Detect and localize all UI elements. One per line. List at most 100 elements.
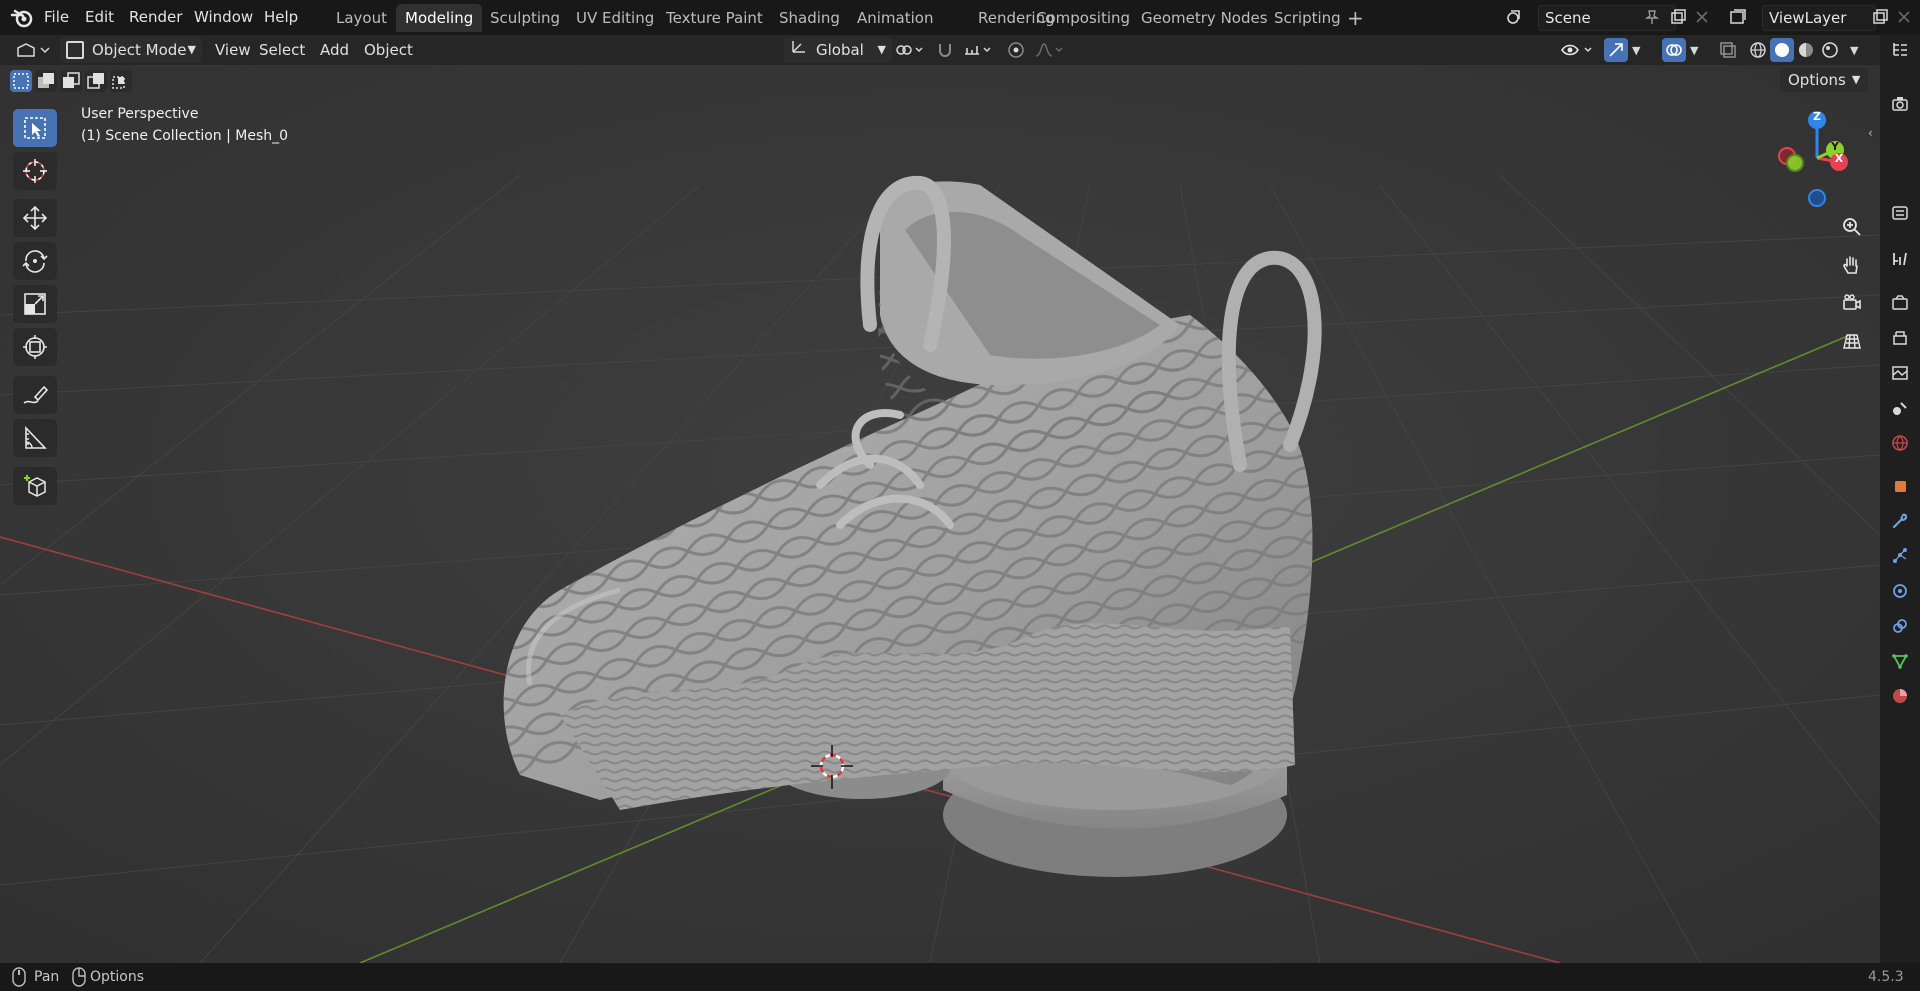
menu-view[interactable]: View <box>209 37 257 63</box>
right-mouse-icon <box>72 967 86 987</box>
wireframe-shading-icon[interactable] <box>1746 38 1770 62</box>
output-properties-icon[interactable] <box>1886 325 1914 351</box>
version-label: 4.5.3 <box>1868 969 1904 985</box>
orientation-label: Global <box>816 41 864 59</box>
status-bar <box>0 963 1920 991</box>
render-camera-icon[interactable] <box>1886 91 1914 117</box>
gizmo-options-chevron-icon[interactable]: ▼ <box>1632 44 1640 57</box>
object-properties-icon[interactable] <box>1886 473 1914 499</box>
pin-icon[interactable] <box>1643 8 1661 26</box>
editor-type-icon[interactable] <box>12 38 52 62</box>
select-box-tool[interactable] <box>13 109 57 147</box>
falloff-icon[interactable] <box>1032 38 1068 62</box>
rotate-tool[interactable] <box>13 242 57 280</box>
zoom-icon[interactable] <box>1836 211 1868 243</box>
mode-dropdown[interactable]: Object Mode ▼ <box>60 37 202 63</box>
material-properties-icon[interactable] <box>1886 683 1914 709</box>
navigation-gizmo[interactable]: Z Y X <box>1772 108 1862 208</box>
menu-file[interactable]: File <box>38 4 75 30</box>
properties-editor-icon[interactable] <box>1886 200 1914 226</box>
menu-select[interactable]: Select <box>253 37 311 63</box>
outliner-icon[interactable] <box>1886 36 1914 62</box>
viewport-perspective-label: User Perspective <box>81 106 199 122</box>
visibility-icon[interactable] <box>1558 38 1598 62</box>
new-view-layer-icon[interactable] <box>1868 5 1892 29</box>
select-invert-icon[interactable] <box>85 70 107 92</box>
tab-compositing[interactable]: Compositing <box>1027 4 1139 32</box>
menu-window[interactable]: Window <box>188 4 259 30</box>
particles-properties-icon[interactable] <box>1886 543 1914 569</box>
menu-render[interactable]: Render <box>123 4 188 30</box>
proportional-editing-icon[interactable] <box>1004 38 1028 62</box>
transform-tool[interactable] <box>13 328 57 366</box>
camera-view-icon[interactable] <box>1836 287 1868 319</box>
view-layer-properties-icon[interactable] <box>1886 360 1914 386</box>
scene-properties-icon[interactable] <box>1886 395 1914 421</box>
show-gizmo-icon[interactable] <box>1604 38 1628 62</box>
view-layer-browse-icon[interactable] <box>1726 5 1750 29</box>
add-cube-tool[interactable] <box>13 467 57 505</box>
tab-shading[interactable]: Shading <box>770 4 849 32</box>
annotate-tool[interactable] <box>13 376 57 414</box>
world-properties-icon[interactable] <box>1886 430 1914 456</box>
data-properties-icon[interactable] <box>1886 648 1914 674</box>
view-layer-name-field[interactable]: ViewLayer <box>1762 5 1876 31</box>
select-new-icon[interactable] <box>10 70 32 92</box>
tab-layout[interactable]: Layout <box>327 4 396 32</box>
tab-texture-paint[interactable]: Texture Paint <box>657 4 772 32</box>
viewport-collection-info: (1) Scene Collection | Mesh_0 <box>81 128 289 144</box>
xray-toggle-icon[interactable] <box>1716 38 1740 62</box>
solid-shading-icon[interactable] <box>1770 38 1794 62</box>
blender-logo-icon[interactable] <box>10 6 34 30</box>
properties-tab-strip <box>1880 35 1920 963</box>
render-properties-icon[interactable] <box>1886 290 1914 316</box>
select-intersect-icon[interactable] <box>110 70 132 92</box>
tab-sculpting[interactable]: Sculpting <box>481 4 569 32</box>
material-preview-shading-icon[interactable] <box>1794 38 1818 62</box>
select-extend-icon[interactable] <box>35 70 57 92</box>
scene-browse-icon[interactable] <box>1503 5 1527 29</box>
transform-orientation-dropdown[interactable]: Global ▼ <box>784 37 892 63</box>
add-workspace-button[interactable]: + <box>1347 6 1364 30</box>
shading-options-chevron-icon[interactable]: ▼ <box>1850 44 1858 57</box>
delete-scene-icon[interactable] <box>1690 5 1714 29</box>
tab-geometry-nodes[interactable]: Geometry Nodes <box>1132 4 1277 32</box>
perspective-toggle-icon[interactable] <box>1836 325 1868 357</box>
mode-label: Object Mode <box>92 41 187 59</box>
neg-z-axis-icon[interactable] <box>1808 189 1826 207</box>
menu-add[interactable]: Add <box>314 37 355 63</box>
menu-object[interactable]: Object <box>358 37 419 63</box>
rendered-shading-icon[interactable] <box>1818 38 1842 62</box>
pan-hand-icon[interactable] <box>1836 249 1868 281</box>
tool-properties-icon[interactable] <box>1886 246 1914 272</box>
tab-scripting[interactable]: Scripting <box>1265 4 1350 32</box>
physics-properties-icon[interactable] <box>1886 578 1914 604</box>
tab-modeling[interactable]: Modeling <box>396 4 483 32</box>
snap-target-icon[interactable] <box>960 38 996 62</box>
menu-edit[interactable]: Edit <box>79 4 120 30</box>
chevron-down-icon: ▼ <box>187 43 196 56</box>
neg-y-axis-icon[interactable] <box>1786 154 1804 172</box>
delete-view-layer-icon[interactable] <box>1892 5 1916 29</box>
tab-animation[interactable]: Animation <box>848 4 942 32</box>
pivot-point-icon[interactable] <box>892 38 928 62</box>
middle-mouse-icon <box>12 967 26 987</box>
constraints-properties-icon[interactable] <box>1886 613 1914 639</box>
scale-tool[interactable] <box>13 285 57 323</box>
select-subtract-icon[interactable] <box>60 70 82 92</box>
status-pan: Pan <box>34 969 60 985</box>
measure-tool[interactable] <box>13 419 57 457</box>
chevron-down-icon: ▼ <box>1851 73 1861 86</box>
tab-uv-editing[interactable]: UV Editing <box>567 4 663 32</box>
snap-icon[interactable] <box>933 38 957 62</box>
menu-help[interactable]: Help <box>258 4 304 30</box>
move-tool[interactable] <box>13 199 57 237</box>
modifier-properties-icon[interactable] <box>1886 508 1914 534</box>
cursor-tool[interactable] <box>13 152 57 190</box>
sidebar-toggle-icon[interactable]: ‹ <box>1868 126 1873 140</box>
new-scene-icon[interactable] <box>1666 5 1690 29</box>
3d-viewport[interactable] <box>0 65 1880 963</box>
show-overlays-icon[interactable] <box>1662 38 1686 62</box>
overlay-options-chevron-icon[interactable]: ▼ <box>1690 44 1698 57</box>
options-dropdown[interactable]: Options ▼ <box>1780 68 1869 92</box>
